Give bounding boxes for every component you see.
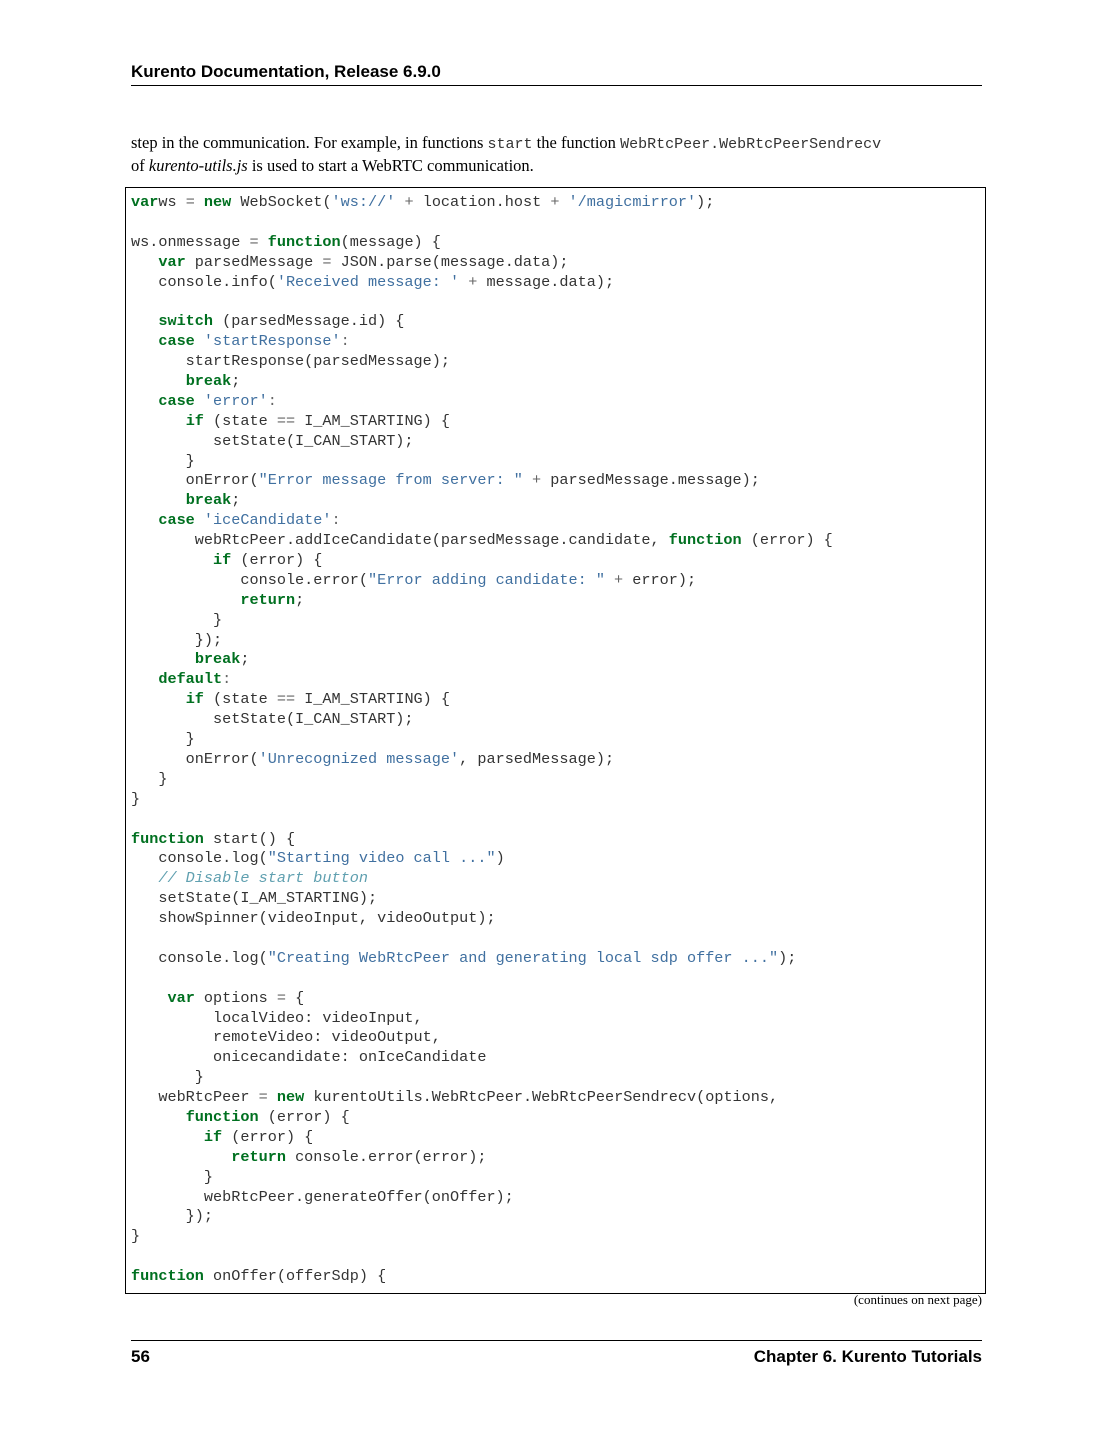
- code-line: startResponse(parsedMessage);: [131, 352, 450, 371]
- doc-title: Kurento Documentation, Release 6.9.0: [131, 62, 441, 81]
- code-line: remoteVideo: videoOutput,: [131, 1028, 441, 1047]
- code-line: case 'iceCandidate':: [158, 511, 341, 530]
- code-line: function start() {: [131, 829, 296, 848]
- code-line: }: [131, 730, 195, 749]
- page-number: 56: [131, 1347, 150, 1366]
- code-line: setState(I_AM_STARTING);: [131, 889, 378, 908]
- code-line: onError('Unrecognized message', parsedMe…: [131, 749, 615, 768]
- code-line: webRtcPeer.generateOffer(onOffer);: [131, 1187, 514, 1206]
- code-line: if (state == I_AM_STARTING) {: [185, 411, 451, 430]
- code-listing: varws = new WebSocket('ws://' + location…: [126, 188, 985, 1287]
- code-line: }: [131, 451, 195, 470]
- code-line: if (error) {: [203, 1127, 314, 1146]
- code-line: console.info('Received message: ' + mess…: [131, 272, 615, 291]
- code-line: localVideo: videoInput,: [131, 1008, 423, 1027]
- code-line: function onOffer(offerSdp) {: [131, 1267, 387, 1286]
- code-line: }: [131, 1227, 141, 1246]
- code-line: var options = {: [167, 988, 305, 1007]
- code-line: }: [131, 769, 168, 788]
- code-line: showSpinner(videoInput, videoOutput);: [131, 909, 496, 928]
- code-line: break;: [185, 372, 241, 391]
- intro-text-1: step in the communication. For example, …: [131, 133, 488, 152]
- code-line: });: [131, 630, 223, 649]
- code-line: console.log("Creating WebRtcPeer and gen…: [131, 948, 797, 967]
- code-line: onicecandidate: onIceCandidate: [131, 1048, 487, 1067]
- code-line: case 'startResponse':: [158, 332, 350, 351]
- code-line: var parsedMessage = JSON.parse(message.d…: [158, 252, 569, 271]
- intro-text-2: the function: [532, 133, 621, 152]
- intro-kurento-utils: kurento-utils.js: [148, 156, 248, 175]
- intro-paragraph: step in the communication. For example, …: [131, 132, 982, 176]
- code-line: return console.error(error);: [231, 1147, 487, 1166]
- intro-code-sendrecv: WebRtcPeer.WebRtcPeerSendrecv: [620, 136, 882, 153]
- code-line: switch (parsedMessage.id) {: [158, 312, 405, 331]
- continues-note: (continues on next page): [853, 1292, 982, 1307]
- code-line: case 'error':: [158, 391, 277, 410]
- code-line: default:: [158, 670, 232, 689]
- code-line: varws = new WebSocket('ws://' + location…: [131, 193, 715, 211]
- code-line: function (error) {: [185, 1107, 350, 1126]
- code-block: varws = new WebSocket('ws://' + location…: [125, 187, 986, 1294]
- code-line: }: [131, 610, 223, 629]
- code-line: // Disable start button: [158, 869, 368, 888]
- intro-code-start: start: [487, 136, 533, 153]
- code-line: break;: [194, 650, 250, 669]
- code-line: }: [131, 1167, 214, 1186]
- code-line: });: [131, 1207, 214, 1226]
- code-line: setState(I_CAN_START);: [131, 710, 414, 729]
- page-footer: 56 Chapter 6. Kurento Tutorials: [131, 1340, 982, 1367]
- code-line: }: [131, 1068, 204, 1087]
- code-line: onError("Error message from server: " + …: [131, 471, 760, 490]
- code-line: return;: [240, 590, 305, 609]
- code-line: ws.onmessage = function(message) {: [131, 232, 441, 251]
- code-line: console.log("Starting video call ..."): [131, 849, 505, 868]
- intro-text-3: of: [131, 156, 149, 175]
- code-line: setState(I_CAN_START);: [131, 431, 414, 450]
- page-header: Kurento Documentation, Release 6.9.0: [131, 62, 982, 86]
- code-line: webRtcPeer = new kurentoUtils.WebRtcPeer…: [131, 1088, 779, 1107]
- chapter-title: Chapter 6. Kurento Tutorials: [753, 1347, 982, 1366]
- code-line: if (state == I_AM_STARTING) {: [185, 690, 451, 709]
- code-line: break;: [185, 491, 241, 510]
- code-line: webRtcPeer.addIceCandidate(parsedMessage…: [131, 531, 833, 550]
- code-line: }: [131, 789, 141, 808]
- intro-text-4: is used to start a WebRTC communication.: [247, 156, 534, 175]
- code-line: if (error) {: [213, 551, 323, 570]
- code-line: console.error("Error adding candidate: "…: [131, 570, 697, 589]
